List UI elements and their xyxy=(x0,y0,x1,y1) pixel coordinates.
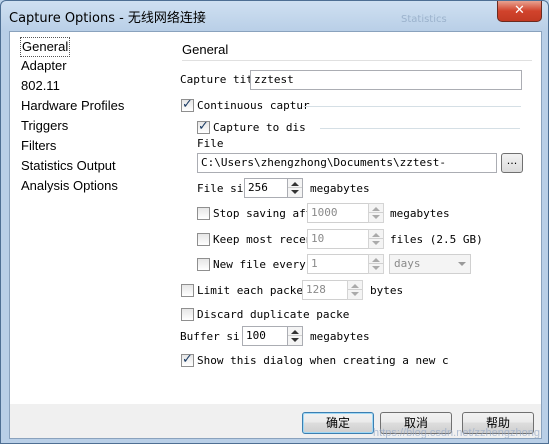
sidebar-item-statistics-output[interactable]: Statistics Output xyxy=(20,157,117,175)
stop-saving-unit: megabytes xyxy=(390,207,450,220)
keep-recent-spinner[interactable] xyxy=(368,229,384,249)
new-file-every-checkbox[interactable] xyxy=(197,258,210,271)
continuous-capture-checkbox[interactable] xyxy=(181,97,194,112)
stop-saving-checkbox[interactable] xyxy=(197,207,210,220)
limit-packet-label: Limit each packet xyxy=(197,284,310,297)
buffer-size-input[interactable]: 100 xyxy=(242,326,288,346)
buffer-size-spinner[interactable] xyxy=(287,326,303,346)
show-dialog-checkbox[interactable] xyxy=(181,352,194,367)
file-size-input[interactable]: 256 xyxy=(244,178,288,198)
new-file-every-label: New file every xyxy=(213,258,306,271)
limit-packet-spinner[interactable] xyxy=(347,280,363,300)
file-size-unit: megabytes xyxy=(310,182,370,195)
close-icon: ✕ xyxy=(514,3,525,18)
heading-divider xyxy=(182,60,532,61)
sidebar-item-analysis-options[interactable]: Analysis Options xyxy=(20,177,119,195)
sidebar-item-hardware-profiles[interactable]: Hardware Profiles xyxy=(20,97,125,115)
discard-duplicate-checkbox[interactable] xyxy=(181,308,194,321)
discard-duplicate-label: Discard duplicate packe xyxy=(197,308,350,321)
continuous-capture-label: Continuous captur xyxy=(197,99,310,112)
background-window-title: Statistics xyxy=(401,14,447,25)
new-file-every-unit-value: days xyxy=(394,257,421,270)
keep-recent-input[interactable]: 10 xyxy=(307,229,369,249)
limit-packet-checkbox[interactable] xyxy=(181,284,194,297)
title-bar[interactable]: Capture Options - 无线网络连接 Statistics ✕ xyxy=(1,1,548,29)
new-file-every-spinner[interactable] xyxy=(368,254,384,274)
options-category-list: General Adapter 802.11 Hardware Profiles… xyxy=(10,32,171,404)
limit-packet-unit: bytes xyxy=(370,284,404,297)
buffer-size-label: Buffer si xyxy=(180,330,240,343)
page-title: General xyxy=(182,42,229,57)
general-options-page: General Capture tit zztest Continuous ca… xyxy=(170,32,541,404)
browse-button[interactable]: ... xyxy=(501,153,523,173)
stop-saving-spinner[interactable] xyxy=(368,203,384,223)
capture-title-input[interactable]: zztest xyxy=(250,70,522,90)
file-size-spinner[interactable] xyxy=(287,178,303,198)
sidebar-item-adapter[interactable]: Adapter xyxy=(20,57,68,75)
capture-options-window: Capture Options - 无线网络连接 Statistics ✕ Ge… xyxy=(0,0,549,444)
sidebar-item-802-11[interactable]: 802.11 xyxy=(20,77,61,95)
capture-to-disk-label: Capture to dis xyxy=(213,121,306,134)
file-path-input[interactable]: C:\Users\zhengzhong\Documents\zztest- xyxy=(197,153,497,173)
file-label: File xyxy=(197,137,224,150)
sidebar-item-triggers[interactable]: Triggers xyxy=(20,117,69,135)
new-file-every-unit-select[interactable]: days xyxy=(389,254,471,274)
buffer-size-unit: megabytes xyxy=(310,330,370,343)
watermark: https://blog.csdn.net/zzhengzhong xyxy=(373,427,540,439)
file-size-label: File si xyxy=(197,182,244,195)
keep-recent-unit: files (2.5 GB) xyxy=(390,233,483,246)
new-file-every-input[interactable]: 1 xyxy=(307,254,369,274)
stop-saving-label: Stop saving aft xyxy=(213,207,313,220)
capture-to-disk-checkbox[interactable] xyxy=(197,119,210,134)
window-title: Capture Options - 无线网络连接 xyxy=(9,11,206,26)
capture-title-label: Capture tit xyxy=(180,73,253,86)
chevron-down-icon xyxy=(458,262,466,266)
keep-recent-checkbox[interactable] xyxy=(197,233,210,246)
ok-button[interactable]: 确定 xyxy=(302,412,374,434)
continuous-capture-group-line xyxy=(303,106,521,107)
sidebar-item-filters[interactable]: Filters xyxy=(20,137,57,155)
close-button[interactable]: ✕ xyxy=(497,1,542,22)
stop-saving-input[interactable]: 1000 xyxy=(307,203,369,223)
limit-packet-input[interactable]: 128 xyxy=(302,280,348,300)
show-dialog-label: Show this dialog when creating a new c xyxy=(197,354,449,367)
sidebar-item-general[interactable]: General xyxy=(20,37,71,57)
dialog-client-area: General Adapter 802.11 Hardware Profiles… xyxy=(9,31,542,439)
keep-recent-label: Keep most recen xyxy=(213,233,313,246)
capture-to-disk-group-line xyxy=(320,128,520,129)
